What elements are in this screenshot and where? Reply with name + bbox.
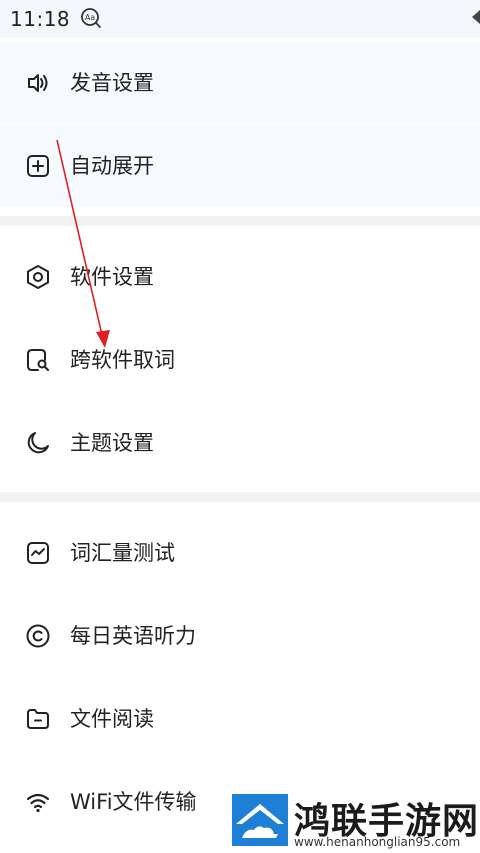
menu-item-label: 发音设置 <box>70 71 154 95</box>
menu-item-theme-settings[interactable]: 主题设置 <box>0 402 480 484</box>
signal-icon <box>472 10 480 24</box>
copyright-circle-icon <box>26 624 50 648</box>
section-divider <box>0 492 480 502</box>
menu-item-vocabulary-test[interactable]: 词汇量测试 <box>0 512 480 594</box>
status-bar: 11:18 Aa <box>0 0 480 38</box>
menu-item-label: 跨软件取词 <box>70 348 175 372</box>
hexagon-settings-icon <box>27 265 49 289</box>
status-time: 11:18 <box>10 7 71 31</box>
svg-text:Aa: Aa <box>85 13 95 22</box>
menu-item-label: 自动展开 <box>70 154 154 178</box>
menu-item-auto-expand[interactable]: 自动展开 <box>0 125 480 207</box>
site-watermark: 鸿联手游网 www.henanhonglian95.com <box>232 792 480 853</box>
menu-item-label: 词汇量测试 <box>70 541 175 565</box>
section-divider <box>0 216 480 226</box>
menu-item-file-reading[interactable]: 文件阅读 <box>0 678 480 760</box>
menu-item-pronunciation-settings[interactable]: 发音设置 <box>0 42 480 124</box>
trend-square-icon <box>27 542 49 564</box>
moon-icon <box>27 432 49 454</box>
watermark-logo-icon <box>232 794 288 846</box>
speaker-icon <box>28 74 48 92</box>
menu-item-daily-english-listening[interactable]: 每日英语听力 <box>0 595 480 677</box>
menu-item-label: 主题设置 <box>70 431 154 455</box>
menu-item-cross-app-lookup[interactable]: 跨软件取词 <box>0 319 480 401</box>
search-square-icon <box>27 349 49 371</box>
menu-item-label: WiFi文件传输 <box>70 790 197 814</box>
watermark-url: www.henanhonglian95.com <box>294 835 461 849</box>
menu-item-label: 软件设置 <box>70 265 154 289</box>
menu-item-label: 每日英语听力 <box>70 624 196 648</box>
folder-icon <box>27 709 49 729</box>
plus-square-icon <box>27 155 49 177</box>
wifi-icon <box>26 793 50 813</box>
menu-item-label: 文件阅读 <box>70 707 154 731</box>
aa-translate-icon: Aa <box>81 8 101 28</box>
menu-item-software-settings[interactable]: 软件设置 <box>0 236 480 318</box>
